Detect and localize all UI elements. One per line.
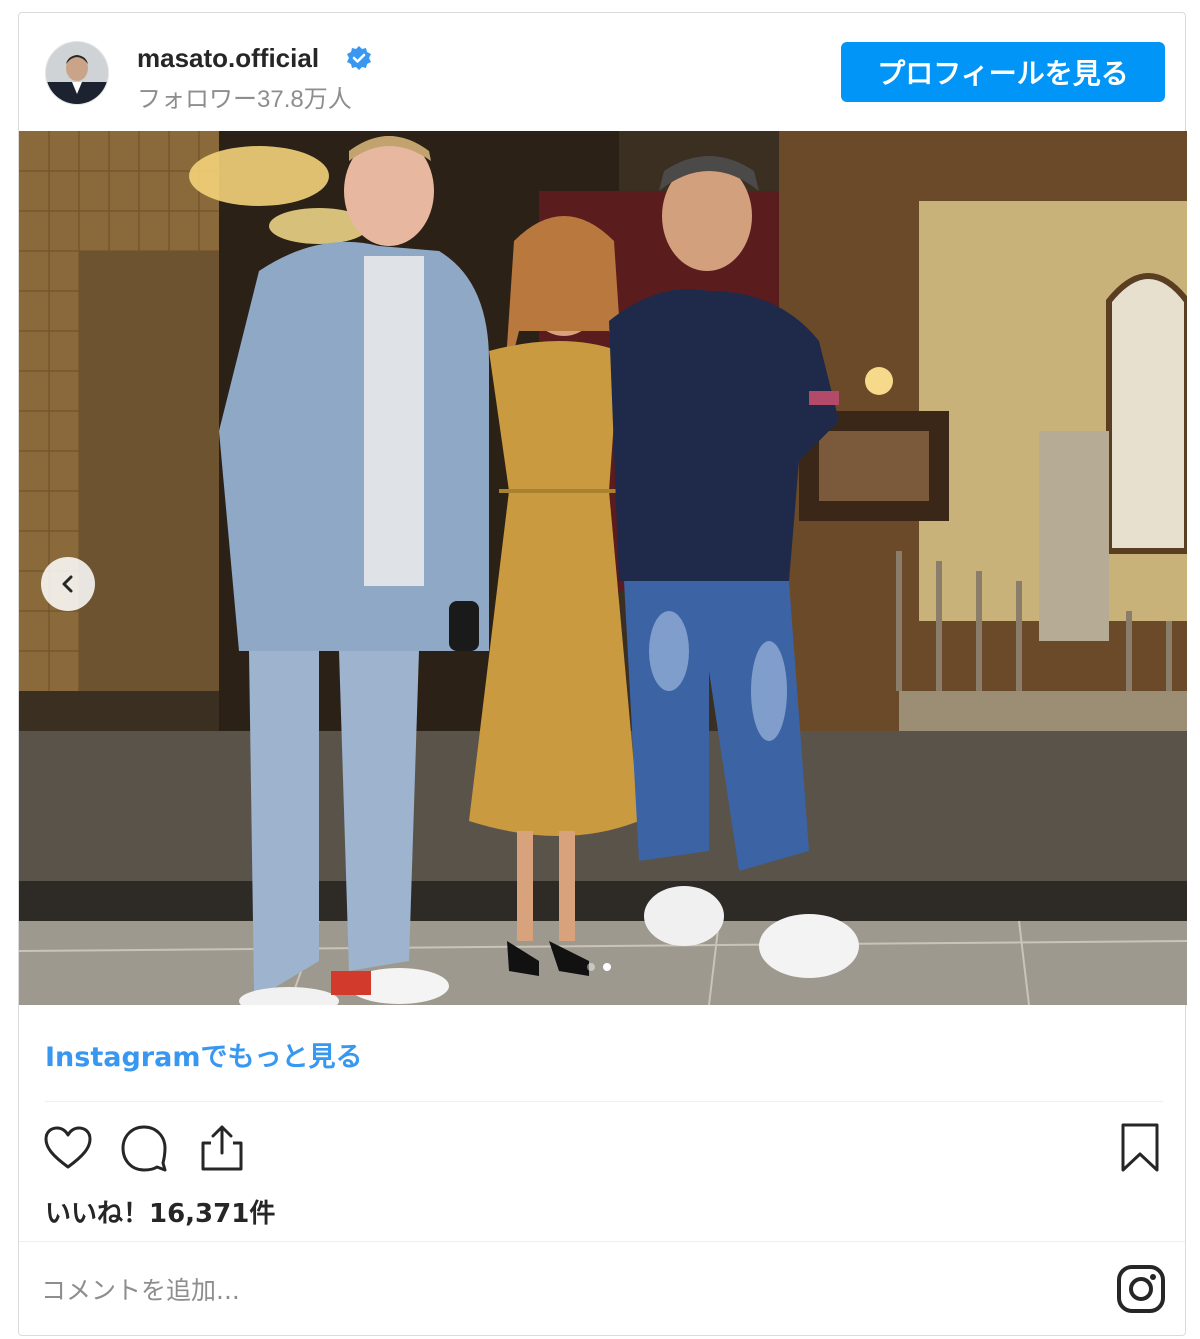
action-bar — [19, 1113, 1185, 1183]
bookmark-icon — [1121, 1123, 1159, 1172]
verified-badge-icon — [345, 45, 373, 73]
heart-icon — [44, 1126, 92, 1169]
view-profile-button[interactable]: プロフィールを見る — [841, 42, 1165, 102]
view-more-on-instagram-link[interactable]: Instagramでもっと見る — [45, 1035, 362, 1074]
carousel-dot — [587, 963, 595, 971]
post-header: masato.official フォロワー37.8万人 プロフィールを見る — [19, 13, 1185, 131]
divider — [45, 1101, 1163, 1102]
carousel-indicator — [587, 963, 611, 971]
username[interactable]: masato.official — [137, 43, 319, 74]
instagram-icon[interactable] — [1115, 1263, 1167, 1315]
instagram-embed-card: masato.official フォロワー37.8万人 プロフィールを見る In… — [18, 12, 1187, 1336]
chevron-left-icon — [62, 575, 73, 593]
like-count: いいね！16,371件 — [45, 1199, 276, 1229]
comment-button[interactable] — [117, 1121, 171, 1175]
previous-slide-button[interactable] — [41, 557, 95, 611]
divider — [19, 1241, 1185, 1242]
avatar[interactable] — [45, 41, 109, 105]
like-button[interactable] — [41, 1121, 95, 1175]
share-icon — [201, 1125, 243, 1171]
share-button[interactable] — [195, 1121, 249, 1175]
post-photo[interactable] — [19, 131, 1187, 1005]
save-button[interactable] — [1113, 1121, 1167, 1175]
add-comment-input[interactable]: コメントを追加... — [41, 1271, 240, 1307]
comment-icon — [121, 1125, 167, 1172]
follower-count: フォロワー37.8万人 — [137, 86, 352, 113]
carousel-dot-active — [603, 963, 611, 971]
